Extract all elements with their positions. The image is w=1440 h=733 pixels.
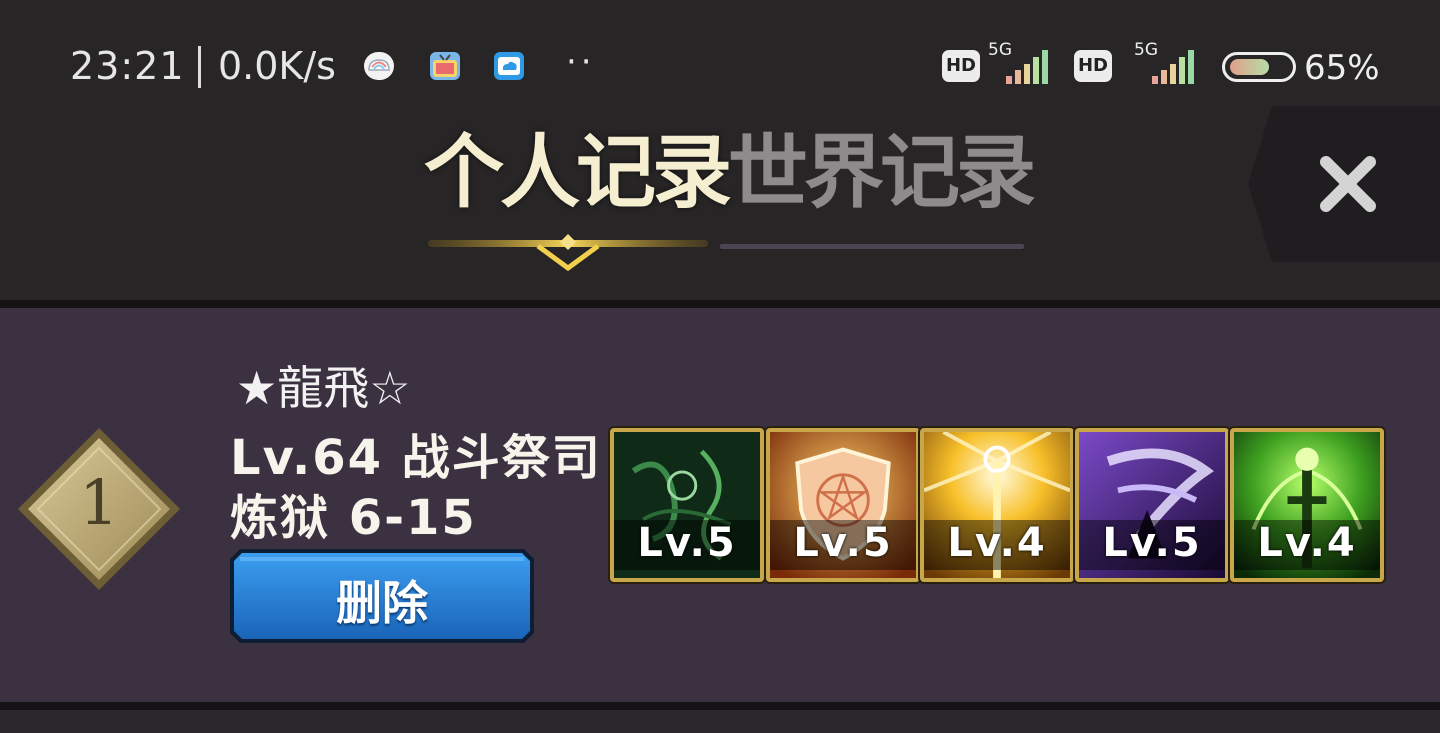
skill-slot-5[interactable]: Lv.4 (1230, 428, 1384, 582)
weather-app-icon (364, 52, 394, 80)
tab-active-indicator (428, 234, 708, 272)
tab-world-records[interactable]: 世界记录 (728, 108, 1036, 224)
skill-level-label: Lv.5 (793, 520, 893, 566)
skill-slot-2[interactable]: Lv.5 (766, 428, 920, 582)
status-more-dots: ·· (566, 42, 596, 82)
divider (0, 300, 1440, 308)
signal-strength-icon-1 (1006, 50, 1048, 84)
skill-slot-4[interactable]: Lv.5 (1075, 428, 1229, 582)
signal-strength-icon-2 (1152, 50, 1194, 84)
tab-personal-records[interactable]: 个人记录 (424, 108, 732, 224)
status-bar: 23:21 0.0K/s ·· HD 5G HD 5G 65% (0, 0, 1440, 100)
tv-app-icon (430, 52, 460, 80)
skill-level-label: Lv.5 (637, 520, 737, 566)
skill-slot-3[interactable]: Lv.4 (920, 428, 1074, 582)
skill-slot-1[interactable]: Lv.5 (610, 428, 764, 582)
delete-button-label[interactable]: 删除 (230, 567, 534, 633)
delete-button[interactable]: 删除 (230, 549, 534, 643)
stage-progress: 炼狱 6-15 (230, 490, 477, 546)
status-net-speed: 0.0K/s (218, 44, 336, 88)
divider (0, 702, 1440, 710)
status-time: 23:21 (70, 44, 185, 88)
hd-badge-2: HD (1074, 50, 1112, 82)
close-icon[interactable] (1316, 152, 1380, 216)
next-row-edge (0, 710, 1440, 733)
player-name: ★龍飛☆ (236, 361, 411, 415)
tab-inactive-indicator (720, 244, 1024, 249)
skill-level-label: Lv.4 (947, 520, 1047, 566)
cloud-app-icon (494, 52, 524, 80)
rank-number: 1 (79, 466, 119, 539)
hd-badge-1: HD (942, 50, 980, 82)
battery-icon (1222, 52, 1296, 82)
status-separator (198, 46, 201, 88)
battery-fill (1230, 59, 1269, 75)
battery-percentage: 65% (1304, 48, 1380, 88)
skill-level-label: Lv.5 (1102, 520, 1202, 566)
skill-level-label: Lv.4 (1257, 520, 1357, 566)
